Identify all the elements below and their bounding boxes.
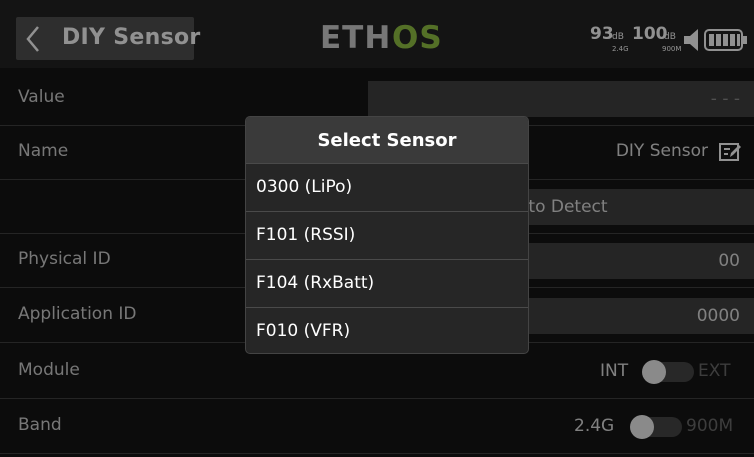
status-indicators: 93 dB 2.4G 100 dB 900M	[588, 22, 750, 58]
rssi-2g4-band: 2.4G	[612, 45, 629, 53]
select-sensor-dialog: Select Sensor 0300 (LiPo) F101 (RSSI) F1…	[246, 117, 528, 353]
sensor-option-lipo[interactable]: 0300 (LiPo)	[246, 163, 528, 211]
module-ext-label: EXT	[698, 361, 731, 381]
band-24g-label: 2.4G	[574, 416, 615, 436]
dialog-header: Select Sensor	[246, 117, 528, 163]
application-id-value: 0000	[696, 306, 740, 326]
sensor-option-label: F010 (VFR)	[256, 321, 351, 341]
rssi-2g4-value: 93	[590, 24, 614, 44]
row-band: Band 2.4G 900M	[0, 401, 754, 454]
page-title: DIY Sensor	[62, 25, 201, 50]
logo-os-text: OS	[392, 20, 443, 56]
value-readout: - - -	[710, 89, 740, 109]
sensor-option-label: 0300 (LiPo)	[256, 177, 353, 197]
edit-icon[interactable]	[718, 140, 742, 164]
rssi-2g4-unit: dB	[612, 32, 624, 42]
value-label: Value	[18, 87, 65, 107]
speaker-icon	[684, 29, 698, 51]
value-field: - - -	[368, 81, 754, 117]
module-int-label: INT	[600, 361, 629, 381]
physical-id-label: Physical ID	[18, 249, 111, 269]
band-900m-label: 900M	[686, 416, 734, 436]
module-toggle-knob	[642, 360, 666, 384]
band-label: Band	[18, 415, 62, 435]
sensor-option-rxbatt[interactable]: F104 (RxBatt)	[246, 259, 528, 307]
battery-icon	[704, 29, 747, 51]
sensor-option-vfr[interactable]: F010 (VFR)	[246, 307, 528, 353]
row-module: Module INT EXT	[0, 346, 754, 399]
physical-id-value: 00	[718, 251, 740, 271]
sensor-option-rssi[interactable]: F101 (RSSI)	[246, 211, 528, 259]
module-toggle-track	[642, 360, 694, 384]
screen: DIY Sensor ETH OS 93 dB 2.4G 100 dB 900M	[0, 0, 754, 457]
rssi-900m-value: 100	[632, 24, 668, 44]
chevron-left-icon	[26, 26, 39, 52]
module-label: Module	[18, 360, 80, 380]
top-bar: DIY Sensor ETH OS 93 dB 2.4G 100 dB 900M	[0, 0, 754, 68]
module-toggle[interactable]: INT EXT	[574, 360, 744, 384]
name-value[interactable]: DIY Sensor	[616, 141, 708, 161]
band-toggle[interactable]: 2.4G 900M	[574, 415, 744, 439]
sensor-option-label: F104 (RxBatt)	[256, 273, 375, 293]
sensor-option-label: F101 (RSSI)	[256, 225, 356, 245]
dialog-title: Select Sensor	[317, 130, 457, 151]
rssi-900m-band: 900M	[662, 45, 682, 53]
band-toggle-track	[630, 415, 682, 439]
ethos-logo: ETH OS	[320, 16, 444, 56]
application-id-label: Application ID	[18, 304, 137, 324]
rssi-900m-unit: dB	[664, 32, 676, 42]
logo-eth-text: ETH	[320, 20, 392, 56]
name-label: Name	[18, 141, 69, 161]
band-toggle-knob	[630, 415, 654, 439]
